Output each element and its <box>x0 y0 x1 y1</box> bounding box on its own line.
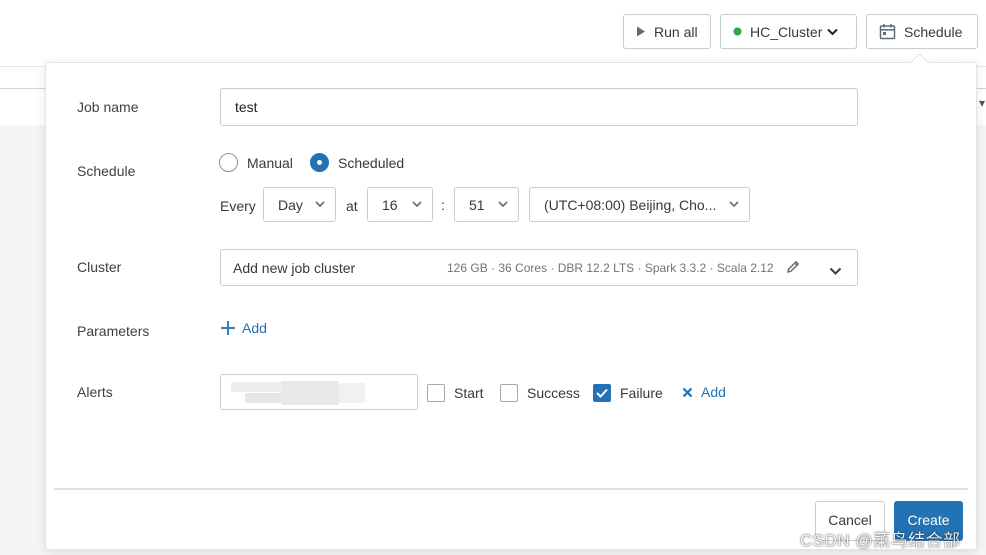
cluster-details: 126 GB · 36 Cores · DBR 12.2 LTS · Spark… <box>447 261 774 275</box>
alert-success-label: Success <box>527 385 580 401</box>
alert-start-checkbox[interactable]: Start <box>427 384 484 402</box>
scheduled-radio[interactable]: Scheduled <box>310 153 404 172</box>
notebook-toolbar: Run all HC_Cluster Schedule <box>0 0 986 62</box>
run-all-button[interactable]: Run all <box>623 14 711 49</box>
hour-value: 16 <box>382 196 398 213</box>
page-edge-caret-icon: ▾ <box>979 96 986 110</box>
close-x-icon <box>682 387 693 398</box>
checkbox-box <box>427 384 445 402</box>
watermark: CSDN @菜鸟结合部 <box>800 531 961 550</box>
time-colon: : <box>441 197 445 213</box>
add-parameter-label: Add <box>242 320 267 336</box>
cluster-name-label: HC_Cluster <box>750 23 823 40</box>
schedule-field-label: Schedule <box>77 163 136 179</box>
job-name-label: Job name <box>77 99 139 115</box>
parameters-field-label: Parameters <box>77 323 150 339</box>
checkmark-icon <box>596 388 608 398</box>
manual-radio-label: Manual <box>247 154 293 171</box>
dialog-footer-divider <box>54 488 968 490</box>
at-label: at <box>346 198 358 214</box>
chevron-down-icon <box>729 201 739 208</box>
add-alert-button[interactable]: Add <box>682 384 726 400</box>
run-all-label: Run all <box>654 23 698 40</box>
scheduled-radio-label: Scheduled <box>338 154 405 171</box>
radio-circle-selected <box>310 153 329 172</box>
alerts-field-label: Alerts <box>77 384 113 400</box>
alert-start-label: Start <box>454 385 484 401</box>
calendar-icon <box>879 23 896 40</box>
hour-select[interactable]: 16 <box>367 187 433 222</box>
cluster-selector[interactable]: HC_Cluster <box>720 14 857 49</box>
alert-failure-checkbox[interactable]: Failure <box>593 384 663 402</box>
checkbox-checked-box <box>593 384 611 402</box>
manual-radio[interactable]: Manual <box>219 153 293 172</box>
alert-failure-label: Failure <box>620 385 663 401</box>
redacted-text <box>281 381 339 405</box>
minute-value: 51 <box>469 196 485 213</box>
timezone-select[interactable]: (UTC+08:00) Beijing, Cho... <box>529 187 750 222</box>
alert-success-checkbox[interactable]: Success <box>500 384 580 402</box>
radio-circle <box>219 153 238 172</box>
chevron-down-icon <box>315 201 325 208</box>
schedule-label: Schedule <box>904 23 963 40</box>
every-label: Every <box>220 198 256 214</box>
frequency-unit-value: Day <box>278 196 303 213</box>
add-parameter-button[interactable]: Add <box>220 320 267 336</box>
cluster-expand-button[interactable] <box>829 263 842 279</box>
chevron-down-icon <box>498 201 508 208</box>
minute-select[interactable]: 51 <box>454 187 519 222</box>
cluster-status-dot-icon <box>733 27 742 36</box>
cluster-field-label: Cluster <box>77 259 122 275</box>
pencil-icon <box>785 260 801 278</box>
schedule-button[interactable]: Schedule <box>866 14 978 49</box>
plus-icon <box>220 320 236 336</box>
edit-cluster-button[interactable] <box>785 259 801 278</box>
add-alert-label: Add <box>701 384 726 400</box>
chevron-down-icon <box>829 263 842 279</box>
checkbox-box <box>500 384 518 402</box>
redacted-text <box>339 383 365 403</box>
schedule-dialog <box>45 62 977 550</box>
chevron-down-icon <box>412 201 422 208</box>
job-name-input[interactable]: test <box>220 88 858 126</box>
alert-email-input[interactable] <box>220 374 418 410</box>
play-icon <box>636 26 646 37</box>
frequency-unit-select[interactable]: Day <box>263 187 336 222</box>
cluster-value: Add new job cluster <box>233 259 356 276</box>
chevron-down-icon <box>827 28 839 36</box>
timezone-value: (UTC+08:00) Beijing, Cho... <box>544 196 717 213</box>
job-name-value: test <box>235 99 258 115</box>
